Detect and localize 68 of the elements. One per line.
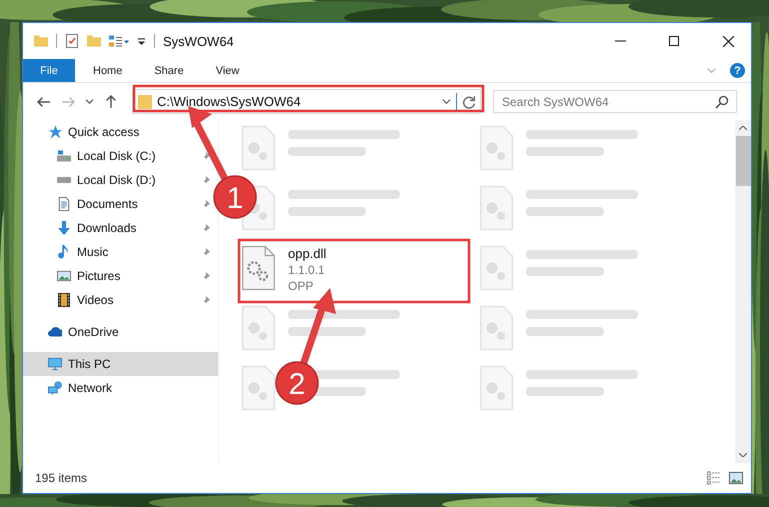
close-icon <box>722 36 734 46</box>
down-arrow-icon <box>57 221 71 235</box>
landscape-icon <box>57 269 71 283</box>
number-badge: 2 <box>275 361 319 405</box>
recent-locations-icon[interactable] <box>85 98 94 105</box>
ribbon-tab[interactable]: Home <box>79 59 136 82</box>
up-arrow-icon[interactable] <box>104 94 118 108</box>
properties-icon[interactable] <box>65 34 79 48</box>
nav-item[interactable]: Pictures <box>23 264 218 288</box>
address-path: C:\Windows\SysWOW64 <box>157 94 302 109</box>
nav-item[interactable]: Network <box>23 376 218 400</box>
blurred-file-icon <box>480 246 513 290</box>
document-icon <box>57 197 71 211</box>
nav-item[interactable]: Local Disk (C:) <box>23 144 218 168</box>
nav-item[interactable]: Quick access <box>23 120 218 144</box>
pin-icon[interactable] <box>202 272 210 280</box>
blurred-file-icon <box>480 366 513 410</box>
number-badge: 1 <box>213 175 257 219</box>
file-item[interactable]: opp.dll 1.1.0.1 OPP <box>242 244 326 294</box>
scroll-up-icon[interactable] <box>739 126 747 130</box>
pin-icon[interactable] <box>202 224 210 232</box>
star-icon <box>48 125 62 139</box>
file-menu-button[interactable]: File <box>23 59 75 82</box>
blurred-file-icon <box>242 306 275 350</box>
blurred-file-icon <box>242 366 275 410</box>
maximize-icon <box>669 36 679 46</box>
blurred-file-icon <box>480 306 513 350</box>
window-title: SysWOW64 <box>163 34 234 48</box>
blurred-file-icon <box>242 126 275 170</box>
network-icon <box>48 381 62 395</box>
large-icons-view-icon[interactable] <box>729 471 743 485</box>
ribbon-tab[interactable]: Share <box>140 59 198 82</box>
back-arrow-icon[interactable] <box>37 94 51 108</box>
customize-dropdown-icon[interactable] <box>137 38 146 44</box>
blurred-file-icon <box>480 186 513 230</box>
scroll-down-icon[interactable] <box>739 453 747 457</box>
pin-icon[interactable] <box>202 296 210 304</box>
refresh-icon[interactable] <box>462 94 476 108</box>
view-options-icon[interactable] <box>109 35 129 47</box>
details-view-icon[interactable] <box>707 471 721 485</box>
drive-icon <box>57 149 71 163</box>
pin-icon[interactable] <box>202 152 210 160</box>
search-field[interactable]: Search SysWOW64 <box>493 90 737 113</box>
item-count: 195 items <box>35 471 88 485</box>
drive-icon <box>57 177 71 183</box>
film-strip-icon <box>57 293 71 307</box>
nav-item[interactable]: Downloads <box>23 216 218 240</box>
dropdown-icon[interactable] <box>442 98 451 105</box>
nav-item[interactable]: OneDrive <box>23 320 218 344</box>
cloud-icon <box>48 325 62 339</box>
nav-item[interactable]: Music <box>23 240 218 264</box>
help-button[interactable]: ? <box>730 63 745 78</box>
nav-item[interactable]: Videos <box>23 288 218 312</box>
scrollbar-thumb[interactable] <box>736 136 750 186</box>
pin-icon[interactable] <box>202 248 210 256</box>
ribbon-tab[interactable]: View <box>202 59 254 82</box>
expand-ribbon-icon[interactable] <box>707 67 716 74</box>
address-bar[interactable]: C:\Windows\SysWOW64 <box>132 89 481 114</box>
nav-item[interactable]: This PC <box>23 352 218 376</box>
pin-icon[interactable] <box>202 176 210 184</box>
scrollbar[interactable] <box>735 120 751 463</box>
computer-icon <box>48 357 62 371</box>
minimize-icon <box>614 40 626 42</box>
blurred-file-icon <box>480 126 513 170</box>
gears-file-icon <box>242 246 275 290</box>
pin-icon[interactable] <box>202 200 210 208</box>
search-icon[interactable] <box>715 95 729 109</box>
folder-icon <box>138 94 152 108</box>
